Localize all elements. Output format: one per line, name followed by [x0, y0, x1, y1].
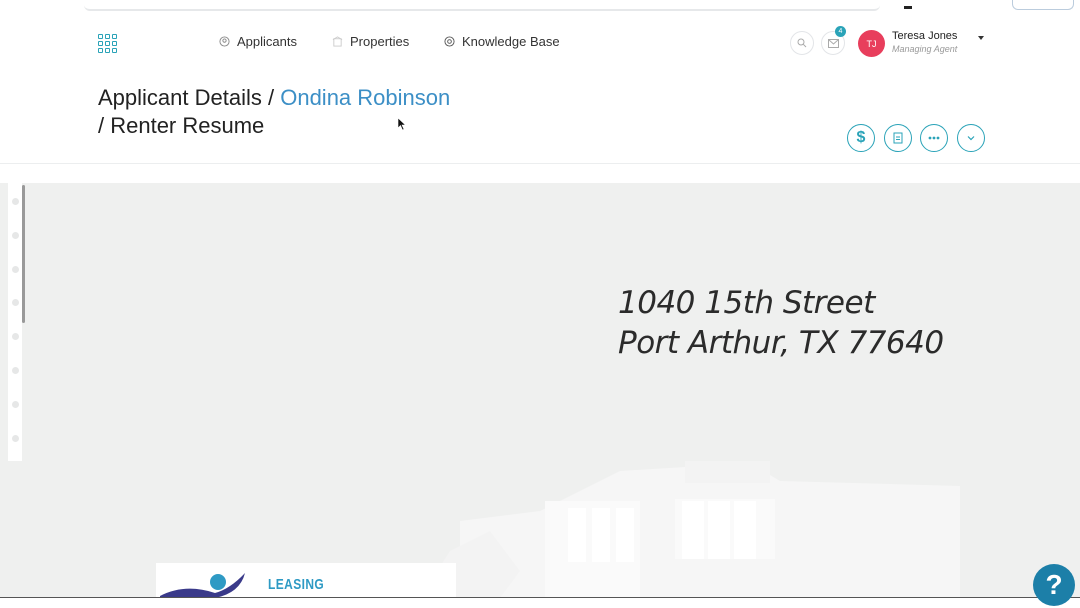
avatar[interactable]: TJ [858, 30, 885, 57]
user-circle-icon [219, 36, 230, 47]
user-name[interactable]: Teresa Jones [892, 30, 957, 42]
page-title: Applicant Details / Ondina Robinson / Re… [98, 84, 450, 140]
app-grid-logo-icon[interactable] [98, 34, 117, 53]
nav-properties[interactable]: Properties [332, 34, 409, 49]
nav-applicants[interactable]: Applicants [219, 34, 297, 49]
more-button[interactable] [920, 124, 948, 152]
nav-applicants-label: Applicants [237, 34, 297, 49]
header-divider [0, 163, 1080, 164]
thumbnail-dot[interactable] [12, 435, 19, 442]
nav-knowledge-base-label: Knowledge Base [462, 34, 560, 49]
thumbnail-dot[interactable] [12, 299, 19, 306]
address-line-2: Port Arthur, TX 77640 [618, 325, 944, 361]
breadcrumb-applicant-link[interactable]: Ondina Robinson [280, 85, 450, 110]
top-pill [1012, 0, 1074, 10]
nav-knowledge-base[interactable]: Knowledge Base [444, 34, 560, 49]
top-header: Applicants Properties Knowledge Base [0, 14, 1080, 70]
thumbnail-scrollbar[interactable] [22, 185, 25, 323]
lifebuoy-icon [444, 36, 455, 47]
house-photo-image [420, 461, 960, 598]
address-line-1: 1040 15th Street [618, 285, 875, 321]
leasing-logo-card: LEASING [156, 563, 456, 598]
thumbnail-dot[interactable] [12, 333, 19, 340]
browser-top-edge [84, 0, 880, 11]
mouse-pointer-icon [398, 118, 407, 131]
document-viewer[interactable]: 1040 15th Street Port Arthur, TX 77640 L… [0, 183, 1080, 598]
bottom-edge [0, 597, 1080, 598]
thumbnail-dot[interactable] [12, 401, 19, 408]
document-button[interactable] [884, 124, 912, 152]
top-mark [904, 6, 912, 9]
building-icon [332, 36, 343, 47]
document-icon [893, 132, 903, 144]
thumbnail-dot[interactable] [12, 266, 19, 273]
leasing-logo-icon [160, 573, 245, 598]
breadcrumb-prefix: Applicant Details / [98, 85, 275, 110]
property-address: 1040 15th Street Port Arthur, TX 77640 [618, 283, 944, 363]
chevron-down-icon [967, 136, 975, 141]
thumbnail-dot[interactable] [12, 232, 19, 239]
envelope-icon [827, 38, 839, 48]
expand-button[interactable] [957, 124, 985, 152]
leasing-brand-text: LEASING [268, 576, 325, 593]
help-button[interactable]: ? [1033, 564, 1075, 606]
thumbnail-dot[interactable] [12, 367, 19, 374]
user-role: Managing Agent [892, 44, 958, 54]
user-menu-caret-icon[interactable] [978, 36, 984, 40]
nav-properties-label: Properties [350, 34, 410, 49]
search-icon [797, 38, 807, 48]
notification-badge: 4 [835, 26, 846, 37]
page-thumbnail-strip[interactable] [8, 183, 22, 461]
ellipsis-icon [928, 136, 940, 140]
thumbnail-dot[interactable] [12, 198, 19, 205]
payment-button[interactable]: $ [847, 124, 875, 152]
dollar-icon: $ [856, 129, 866, 146]
search-button[interactable] [790, 31, 814, 55]
